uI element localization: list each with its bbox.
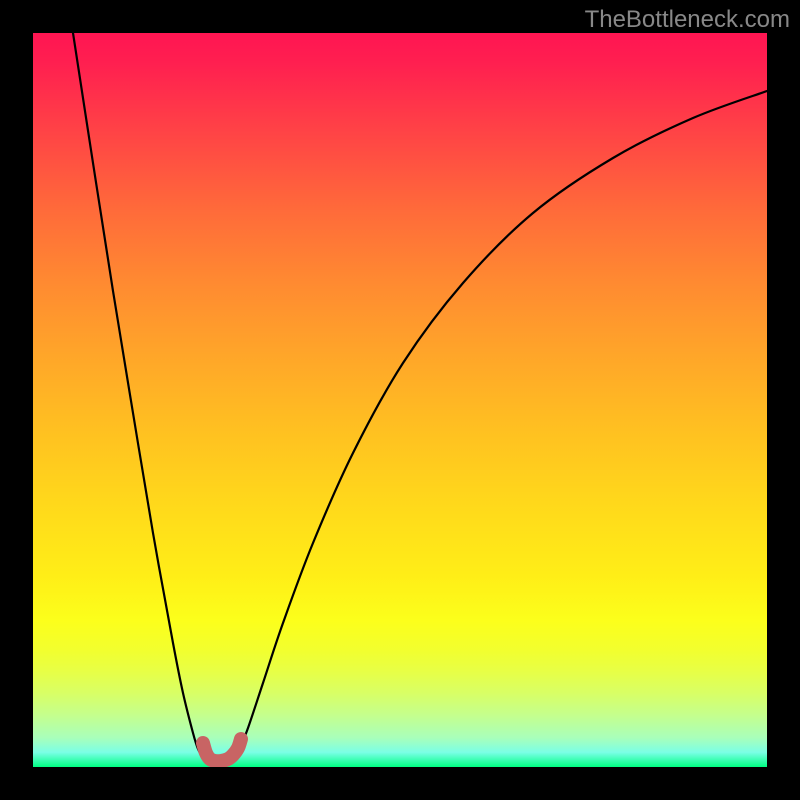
watermark-text: TheBottleneck.com	[585, 6, 790, 34]
curve-svg	[33, 33, 767, 767]
outer-frame: TheBottleneck.com	[0, 0, 800, 800]
curve-left-branch	[73, 33, 208, 759]
curve-right-branch	[238, 91, 767, 753]
plot-area	[33, 33, 767, 767]
valley-marker	[203, 739, 241, 761]
